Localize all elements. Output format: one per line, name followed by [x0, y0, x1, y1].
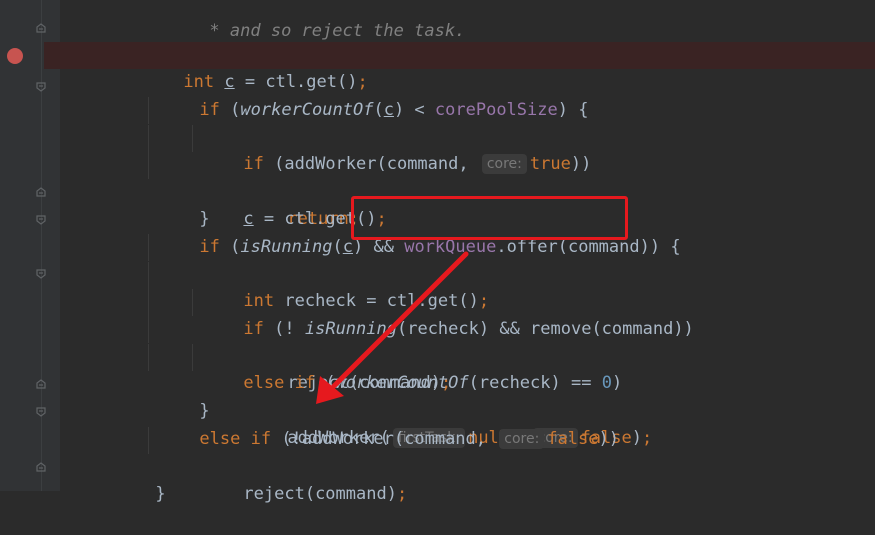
red-arrow-annotation [316, 251, 469, 404]
code-editor: * and so reject the task. */ int c = ctl… [0, 0, 875, 504]
